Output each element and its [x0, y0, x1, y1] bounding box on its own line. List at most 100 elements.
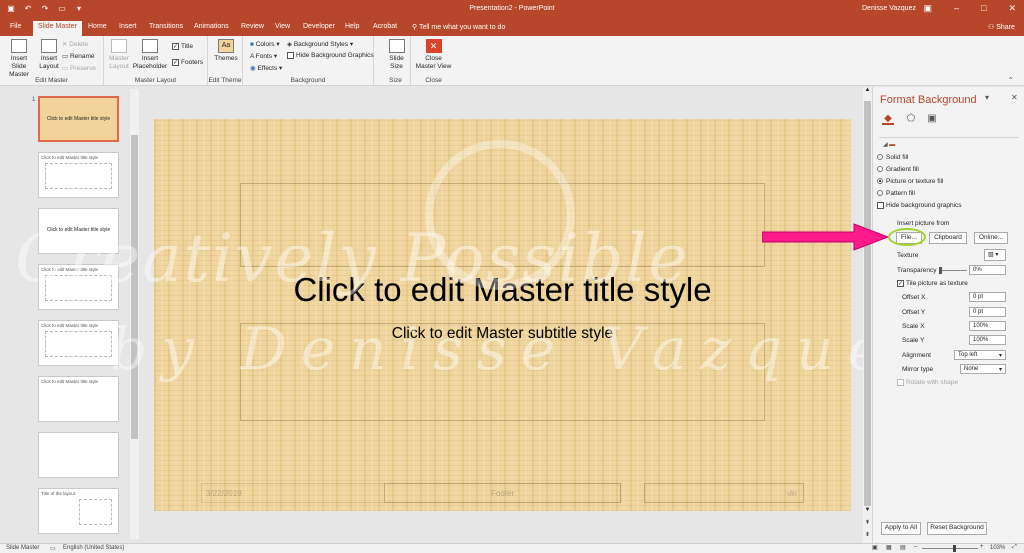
reset-background-button[interactable]: Reset Background	[927, 522, 987, 535]
delete-button[interactable]: ✕ Delete	[62, 40, 88, 48]
tab-developer[interactable]: Developer	[303, 23, 335, 30]
thumbnail-layout[interactable]	[38, 432, 119, 478]
page-number-placeholder[interactable]: ‹#›	[787, 489, 797, 498]
user-name[interactable]: Denisse Vazquez	[862, 5, 916, 12]
collapse-ribbon-icon[interactable]: ⌃	[1008, 76, 1013, 84]
thumbnail-layout[interactable]: Click to edit Master title style	[38, 320, 119, 366]
title-checkbox[interactable]: ✓ Title	[172, 43, 193, 50]
transparency-slider[interactable]	[940, 270, 967, 271]
tab-home[interactable]: Home	[88, 23, 107, 30]
background-styles-dropdown[interactable]: ◈ Background Styles ▾	[287, 40, 353, 48]
slide-title-placeholder[interactable]: Click to edit Master title style	[154, 271, 851, 309]
transparency-slider-handle[interactable]	[939, 267, 942, 274]
pane-options-icon[interactable]: ▾	[985, 93, 989, 102]
slide-subtitle-placeholder[interactable]: Click to edit Master subtitle style	[154, 325, 851, 343]
slide-master[interactable]: Click to edit Master title style Click t…	[154, 119, 851, 511]
alignment-dropdown[interactable]: Top left ▾	[954, 350, 1006, 360]
footer-placeholder[interactable]: Footer	[491, 489, 514, 498]
ribbon-display-icon[interactable]: ▣	[923, 3, 932, 14]
status-language[interactable]: English (United States)	[63, 545, 124, 551]
pane-close-icon[interactable]: ✕	[1011, 93, 1018, 102]
insert-placeholder-button[interactable]: Insert Placeholder	[131, 39, 169, 71]
insert-layout-button[interactable]: Insert Layout	[36, 39, 62, 71]
date-placeholder[interactable]: 3/22/2019	[206, 489, 242, 498]
canvas-scrollbar[interactable]: ▲ ▼ ⇞ ⇟	[863, 87, 872, 543]
mirror-type-dropdown[interactable]: None ▾	[960, 364, 1006, 374]
insert-slide-master-button[interactable]: Insert Slide Master	[3, 39, 35, 79]
picture-tab-icon[interactable]: ▣	[926, 113, 938, 125]
scale-y-input[interactable]: 100%	[969, 335, 1006, 345]
minimize-icon[interactable]: –	[954, 3, 959, 14]
tab-file[interactable]: File	[10, 23, 21, 30]
maximize-icon[interactable]: □	[981, 3, 986, 14]
scale-x-input[interactable]: 100%	[969, 321, 1006, 331]
zoom-slider[interactable]	[922, 548, 978, 549]
apply-to-all-button[interactable]: Apply to All	[881, 522, 921, 535]
themes-label: Themes	[214, 55, 238, 62]
reading-view-icon[interactable]: ▤	[900, 544, 906, 551]
thumbnail-scrollbar[interactable]	[130, 89, 139, 539]
solid-fill-radio[interactable]: Solid fill	[877, 154, 908, 161]
transparency-input[interactable]: 0%	[969, 265, 1006, 275]
colors-dropdown[interactable]: ■ Colors ▾	[250, 40, 280, 48]
tab-acrobat[interactable]: Acrobat	[373, 23, 397, 30]
fonts-dropdown[interactable]: A Fonts ▾	[250, 52, 277, 60]
footers-check-icon: ✓	[172, 59, 179, 66]
tab-review[interactable]: Review	[241, 23, 264, 30]
hide-background-graphics-pane-checkbox[interactable]: Hide background graphics	[877, 202, 962, 209]
thumbnail-layout[interactable]: Click to edit Master title style	[38, 264, 119, 310]
close-master-view-button[interactable]: ✕ Close Master View	[415, 39, 452, 71]
tab-view[interactable]: View	[275, 23, 290, 30]
tab-help[interactable]: Help	[345, 23, 359, 30]
share-button[interactable]: ⚇ Share	[988, 23, 1015, 31]
slide-sorter-icon[interactable]: ▦	[886, 544, 892, 551]
effects-tab-icon[interactable]: ⬠	[905, 113, 917, 125]
preserve-button[interactable]: ▭ Preserve	[62, 64, 96, 72]
fit-to-window-icon[interactable]: ⤢	[1012, 544, 1017, 551]
master-layout-button[interactable]: Master Layout	[106, 39, 132, 71]
zoom-in-icon[interactable]: +	[980, 544, 984, 550]
gradient-fill-radio[interactable]: Gradient fill	[877, 166, 919, 173]
thumbnail-layout[interactable]: Click to edit Master title style	[38, 208, 119, 254]
texture-picker[interactable]: ▨ ▾	[984, 249, 1006, 261]
picture-texture-fill-radio[interactable]: Picture or texture fill	[877, 178, 943, 185]
zoom-level[interactable]: 103%	[990, 545, 1005, 551]
footers-checkbox[interactable]: ✓ Footers	[172, 59, 203, 66]
slide-size-button[interactable]: Slide Size	[384, 39, 409, 71]
pattern-fill-radio[interactable]: Pattern fill	[877, 190, 915, 197]
scroll-down-icon[interactable]: ▼	[863, 507, 872, 513]
zoom-slider-handle[interactable]	[953, 545, 956, 552]
next-slide-icon[interactable]: ⇟	[863, 531, 872, 538]
clipboard-button[interactable]: Clipboard	[929, 232, 967, 244]
tab-slide-master[interactable]: Slide Master	[33, 21, 82, 36]
tab-animations[interactable]: Animations	[194, 23, 229, 30]
fill-tab-icon[interactable]: ◆	[882, 113, 894, 125]
thumbnail-scrollbar-thumb[interactable]	[131, 135, 138, 439]
previous-slide-icon[interactable]: ⇞	[863, 519, 872, 526]
chevron-down-icon: ▾	[998, 367, 1002, 373]
thumbnail-master[interactable]: Click to edit Master title style	[38, 96, 119, 142]
language-icon[interactable]: ▭	[50, 545, 56, 552]
thumbnail-layout[interactable]: Title of the layout	[38, 488, 119, 534]
tab-insert[interactable]: Insert	[119, 23, 137, 30]
normal-view-icon[interactable]: ▣	[872, 544, 878, 551]
fill-section-toggle[interactable]: ◢ ▬	[883, 141, 895, 148]
effects-dropdown[interactable]: ◉ Effects ▾	[250, 64, 282, 72]
rotate-with-shape-checkbox[interactable]: Rotate with shape	[897, 379, 958, 386]
tab-transitions[interactable]: Transitions	[149, 23, 183, 30]
tile-picture-checkbox[interactable]: ✓ Tile picture as texture	[897, 280, 968, 287]
online-button[interactable]: Online...	[974, 232, 1008, 244]
offset-x-input[interactable]: 0 pt	[969, 292, 1006, 302]
themes-button[interactable]: Aa Themes	[212, 39, 240, 63]
rename-button[interactable]: ▭ Rename	[62, 52, 95, 60]
thumbnail-layout[interactable]: Click to edit Master title style	[38, 152, 119, 198]
radio-selected-icon	[877, 178, 883, 185]
hide-background-graphics-checkbox[interactable]: Hide Background Graphics	[287, 52, 374, 59]
close-icon[interactable]: ✕	[1008, 3, 1016, 14]
thumbnail-layout[interactable]: Click to edit Master title style	[38, 376, 119, 422]
offset-y-input[interactable]: 0 pt	[969, 307, 1006, 317]
scroll-up-icon[interactable]: ▲	[863, 87, 872, 93]
tell-me-box[interactable]: ⚲ Tell me what you want to do	[412, 23, 505, 31]
zoom-out-icon[interactable]: –	[914, 544, 917, 550]
canvas-scrollbar-thumb[interactable]	[864, 101, 871, 506]
